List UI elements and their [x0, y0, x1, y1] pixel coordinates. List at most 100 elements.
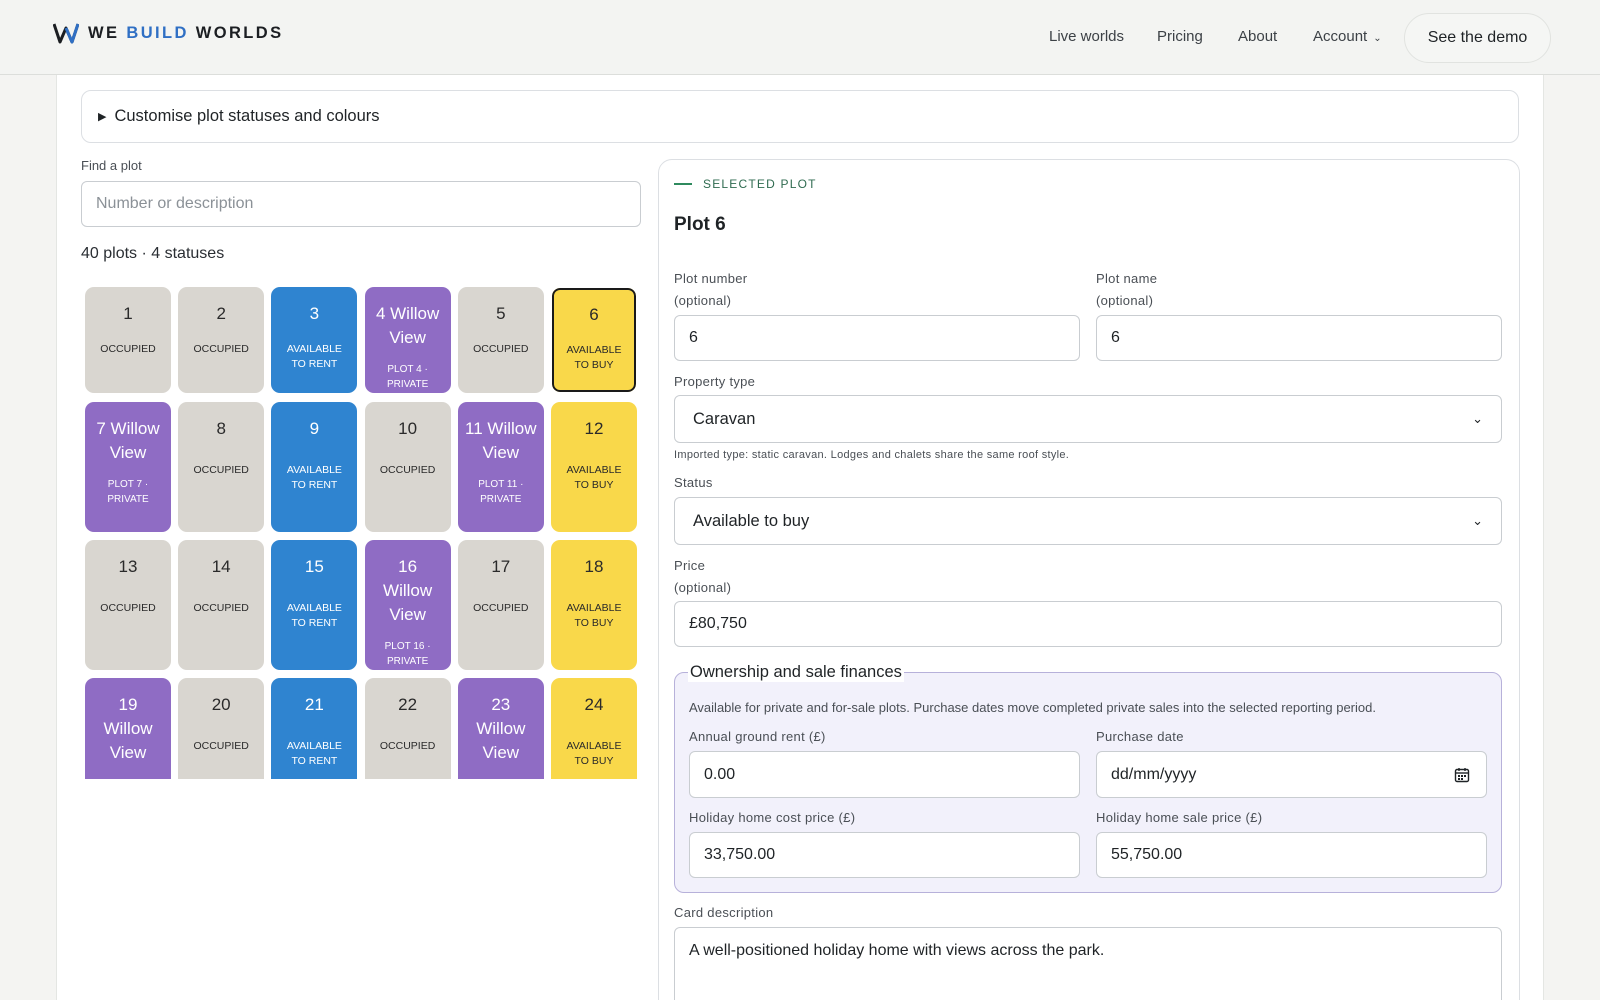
- brand-word-build: BUILD: [126, 23, 189, 42]
- plot-tile-name: 21: [304, 695, 324, 714]
- plot-tile[interactable]: 18 AVAILABLE TO BUY: [551, 540, 637, 670]
- plot-tile[interactable]: 14 OCCUPIED: [178, 540, 265, 670]
- find-plot-input[interactable]: [81, 181, 641, 227]
- plot-tile-subtitle: PLOT 23 ·: [470, 777, 532, 779]
- plot-tile[interactable]: 12 AVAILABLE TO BUY: [551, 402, 637, 532]
- brand-logo[interactable]: WE BUILD WORLDS: [53, 22, 284, 44]
- plot-tile-status: AVAILABLE TO RENT: [286, 740, 342, 767]
- plot-tile-name: 14: [211, 557, 231, 576]
- find-plot-label: Find a plot: [81, 158, 142, 173]
- cost-price-input[interactable]: [689, 832, 1080, 878]
- plot-tile[interactable]: 7 Willow View PLOT 7 · PRIVATE: [85, 402, 171, 532]
- top-navigation-bar: WE BUILD WORLDS Live worlds Pricing Abou…: [0, 0, 1600, 75]
- plot-tile-status: AVAILABLE TO RENT: [286, 602, 342, 629]
- plot-tile-name: 16 Willow View: [383, 557, 433, 624]
- selected-plot-title: Plot 6: [674, 214, 726, 235]
- plot-grid: 1 OCCUPIED 2 OCCUPIED 3 AVAILABLE TO RENT 4 Wi…: [85, 287, 638, 779]
- section-dash: [674, 183, 692, 185]
- nav-live-worlds[interactable]: Live worlds: [1049, 28, 1124, 45]
- sale-price-input[interactable]: [1096, 832, 1487, 878]
- plot-tile-name: 22: [398, 695, 418, 714]
- price-optional: (optional): [674, 580, 732, 595]
- plot-tile[interactable]: 16 Willow View PLOT 16 · PRIVATE: [364, 540, 451, 670]
- plot-tile-status: OCCUPIED: [379, 464, 436, 476]
- plot-tile[interactable]: 20 OCCUPIED: [178, 678, 265, 779]
- plot-tile-name: 1: [123, 304, 133, 323]
- disclosure-triangle-icon: ▶: [98, 111, 107, 123]
- see-demo-button[interactable]: See the demo: [1404, 13, 1551, 63]
- plot-tile[interactable]: 1 OCCUPIED: [85, 287, 171, 393]
- status-select[interactable]: Available to buy ⌄: [674, 497, 1502, 545]
- plot-name-input[interactable]: [1096, 315, 1502, 361]
- selected-plot-label: SELECTED PLOT: [703, 177, 817, 191]
- nav-account-menu[interactable]: Account ⌄: [1313, 28, 1382, 45]
- plot-tile-name: 8: [216, 419, 226, 438]
- nav-about[interactable]: About: [1238, 28, 1277, 45]
- plot-tile-status: AVAILABLE TO BUY: [566, 602, 622, 629]
- plot-tile[interactable]: 2 OCCUPIED: [178, 287, 265, 393]
- plot-number-input[interactable]: [674, 315, 1080, 361]
- plot-tile[interactable]: 6 AVAILABLE TO BUY: [551, 287, 637, 393]
- plot-tile-name: 5: [496, 304, 506, 323]
- status-value: Available to buy: [693, 511, 810, 530]
- plot-tile[interactable]: 17 OCCUPIED: [457, 540, 544, 670]
- plot-tile[interactable]: 5 OCCUPIED: [457, 287, 544, 393]
- plot-tile-status: OCCUPIED: [100, 343, 156, 355]
- plot-tile-status: OCCUPIED: [193, 464, 249, 476]
- plot-tile-subtitle: PLOT 7 · PRIVATE: [107, 479, 149, 505]
- plot-tile-name: 11 Willow View: [465, 419, 537, 462]
- plot-tile-name: 9: [309, 419, 320, 438]
- plot-tile-status: OCCUPIED: [193, 740, 249, 752]
- plot-tile[interactable]: 9 AVAILABLE TO RENT: [271, 402, 358, 532]
- finances-description: Available for private and for-sale plots…: [689, 700, 1376, 715]
- plot-tile-name: 20: [211, 695, 231, 714]
- calendar-icon[interactable]: [1454, 767, 1470, 783]
- plot-tile-name: 7 Willow View: [96, 419, 160, 462]
- plot-tile[interactable]: 11 Willow View PLOT 11 · PRIVATE: [457, 402, 544, 532]
- plot-tile-status: OCCUPIED: [473, 602, 529, 614]
- customise-statuses-toggle[interactable]: ▶ Customise plot statuses and colours: [81, 90, 1519, 143]
- plot-tile-subtitle: PLOT 16 · PRIVATE: [384, 641, 431, 667]
- plot-tile-name: 13: [118, 557, 138, 576]
- chevron-down-icon: ⌄: [1472, 411, 1483, 426]
- plot-tile-name: 19 Willow View: [103, 695, 153, 762]
- customise-label: Customise plot statuses and colours: [114, 107, 380, 125]
- plot-tile[interactable]: 24 AVAILABLE TO BUY: [551, 678, 637, 779]
- plot-number-optional: (optional): [674, 293, 732, 308]
- plot-tile[interactable]: 21 AVAILABLE TO RENT: [271, 678, 358, 779]
- plot-tile[interactable]: 10 OCCUPIED: [364, 402, 451, 532]
- plot-tile[interactable]: 22 OCCUPIED: [364, 678, 451, 779]
- ground-rent-input[interactable]: [689, 751, 1080, 798]
- brand-name: WE BUILD WORLDS: [88, 24, 284, 43]
- plot-tile[interactable]: 19 Willow View PLOT 19 ·: [85, 678, 171, 779]
- plot-number-label: Plot number: [674, 271, 748, 286]
- purchase-date-input[interactable]: dd/mm/yyyy: [1096, 751, 1487, 798]
- plot-tile[interactable]: 15 AVAILABLE TO RENT: [271, 540, 358, 670]
- nav-pricing[interactable]: Pricing: [1157, 28, 1203, 45]
- plot-name-label: Plot name: [1096, 271, 1158, 286]
- plot-tile-status: OCCUPIED: [193, 343, 249, 355]
- plot-tile-name: 4 Willow View: [375, 304, 440, 347]
- sale-price-label: Holiday home sale price (£): [1096, 810, 1263, 825]
- plot-tile[interactable]: 4 Willow View PLOT 4 · PRIVATE: [364, 287, 451, 393]
- plot-tile-name: 2: [216, 304, 226, 323]
- card-description-input[interactable]: A well-positioned holiday home with view…: [674, 927, 1502, 1000]
- plot-tile-name: 3: [309, 304, 320, 323]
- plot-tile-status: OCCUPIED: [193, 602, 249, 614]
- plot-tile[interactable]: 3 AVAILABLE TO RENT: [271, 287, 358, 393]
- property-type-label: Property type: [674, 374, 756, 389]
- plot-tile-status: AVAILABLE TO BUY: [566, 344, 622, 371]
- plot-tile[interactable]: 23 Willow View PLOT 23 ·: [457, 678, 544, 779]
- plot-tile-name: 23 Willow View: [476, 695, 526, 762]
- price-input[interactable]: [674, 601, 1502, 647]
- plot-tile-status: AVAILABLE TO BUY: [566, 740, 622, 767]
- plot-tile-status: OCCUPIED: [473, 343, 529, 355]
- plot-tile[interactable]: 8 OCCUPIED: [178, 402, 265, 532]
- plot-tile[interactable]: 13 OCCUPIED: [85, 540, 171, 670]
- property-type-select[interactable]: Caravan ⌄: [674, 395, 1502, 443]
- chevron-down-icon: ⌄: [1472, 513, 1483, 528]
- plot-tile-status: AVAILABLE TO BUY: [566, 464, 622, 491]
- plot-tile-status: OCCUPIED: [100, 602, 156, 614]
- nav-account-label: Account: [1313, 28, 1368, 45]
- plot-tile-status: AVAILABLE TO RENT: [286, 464, 342, 491]
